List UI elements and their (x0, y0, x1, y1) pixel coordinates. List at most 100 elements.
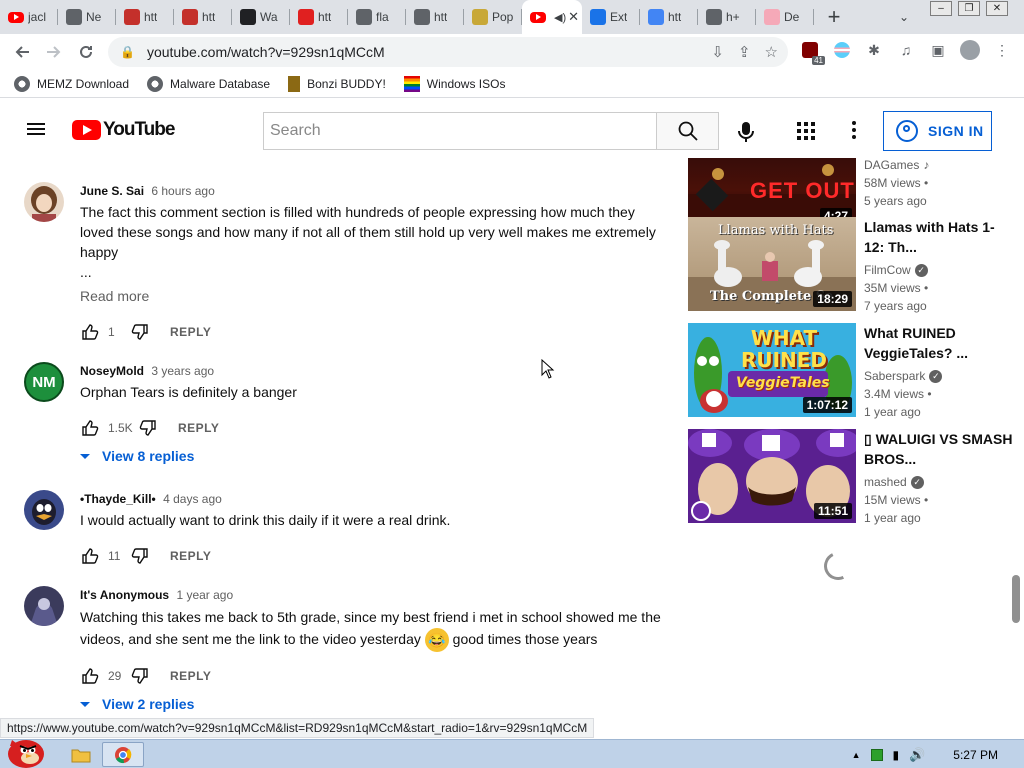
channel-name[interactable]: mashed ✓ (864, 473, 1014, 491)
close-tab-icon[interactable]: ✕ (568, 9, 579, 25)
browser-tab[interactable]: Wa (232, 0, 290, 34)
menu-hamburger-icon[interactable] (27, 123, 45, 135)
forward-button[interactable] (38, 36, 70, 68)
minimize-button[interactable]: – (930, 1, 952, 16)
dislike-button[interactable] (138, 418, 158, 438)
bookmark-item[interactable]: Bonzi BUDDY! (288, 75, 386, 92)
like-button[interactable] (80, 322, 100, 342)
comment-time[interactable]: 4 days ago (163, 492, 222, 506)
like-button[interactable] (80, 418, 100, 438)
channel-name[interactable]: DAGames ♪ (864, 158, 1014, 174)
tray-expand-icon[interactable]: ▲ (852, 750, 861, 760)
bookmark-item[interactable]: Malware Database (147, 75, 270, 92)
extensions-puzzle-icon[interactable]: ✱ (864, 40, 884, 60)
new-tab-button[interactable]: + (818, 0, 850, 34)
browser-menu-icon[interactable]: ⋮ (992, 40, 1012, 60)
browser-tab[interactable]: htt (406, 0, 464, 34)
browser-tab[interactable]: htt (640, 0, 698, 34)
browser-tab[interactable]: htt (116, 0, 174, 34)
avatar[interactable] (24, 586, 64, 626)
sign-in-button[interactable]: SIGN IN (883, 111, 992, 151)
comment-author[interactable]: •Thayde_Kill• (80, 492, 156, 506)
puzzle-icon (590, 9, 606, 25)
clock[interactable]: 5:27 PM (953, 748, 998, 762)
page-scrollbar[interactable] (1012, 575, 1020, 623)
channel-name[interactable]: FilmCow ✓ (864, 261, 1014, 279)
browser-tab[interactable]: De (756, 0, 814, 34)
back-button[interactable] (6, 36, 38, 68)
side-panel-icon[interactable]: ▣ (928, 40, 948, 60)
channel-name[interactable]: Saberspark ✓ (864, 367, 1014, 385)
voice-search-mic-icon[interactable] (736, 121, 756, 143)
browser-tab[interactable]: h+ (698, 0, 756, 34)
youtube-logo[interactable]: YouTube (72, 119, 175, 141)
search-button[interactable] (656, 112, 719, 150)
search-input[interactable]: Search (263, 112, 656, 150)
video-thumbnail[interactable]: 11:51 (688, 429, 856, 523)
avatar[interactable]: NM (24, 362, 64, 402)
trans-flag-extension-icon[interactable] (832, 40, 852, 60)
maximize-button[interactable]: ❐ (958, 1, 980, 16)
reply-button[interactable]: REPLY (170, 325, 211, 339)
video-title[interactable]: Llamas with Hats 1-12: Th... (864, 217, 1014, 257)
media-control-icon[interactable]: ♫ (896, 40, 916, 60)
address-bar[interactable]: 🔒 youtube.com/watch?v=929sn1qMCcM ⇩ ⇪ ☆ (108, 37, 788, 67)
comment-time[interactable]: 3 years ago (151, 364, 214, 378)
like-button[interactable] (80, 666, 100, 686)
view-replies-button[interactable]: View 8 replies (80, 448, 670, 464)
view-replies-button[interactable]: View 2 replies (80, 696, 670, 712)
share-icon[interactable]: ⇪ (738, 43, 751, 61)
start-button-angry-bird-icon[interactable] (2, 730, 48, 768)
browser-tab[interactable]: Ext (582, 0, 640, 34)
dislike-button[interactable] (130, 666, 150, 686)
browser-tab[interactable]: htt (290, 0, 348, 34)
tab-search-button[interactable]: ⌄ (893, 7, 915, 27)
recommended-video[interactable]: Llamas with Hats The Complete Se 18:29 L… (688, 217, 1018, 313)
comment-author[interactable]: It's Anonymous (80, 588, 169, 602)
browser-tab[interactable]: htt (174, 0, 232, 34)
install-icon[interactable]: ⇩ (711, 43, 724, 61)
bookmark-item[interactable]: Windows ISOs (403, 75, 505, 92)
video-title[interactable]: What RUINED VeggieTales? ... (864, 323, 1014, 363)
browser-tab[interactable]: Ne (58, 0, 116, 34)
taskbar-chrome[interactable] (102, 742, 144, 767)
browser-tab[interactable]: Pop (464, 0, 522, 34)
comment-author[interactable]: NoseyMold (80, 364, 144, 378)
reply-button[interactable]: REPLY (170, 549, 211, 563)
reply-button[interactable]: REPLY (170, 669, 211, 683)
battery-icon[interactable] (870, 748, 883, 761)
bookmark-star-icon[interactable]: ☆ (765, 43, 778, 61)
comment-author[interactable]: June S. Sai (80, 184, 144, 198)
settings-more-icon[interactable] (852, 121, 856, 139)
video-thumbnail[interactable]: WHAT RUINED VeggieTales 1:07:12 (688, 323, 856, 417)
recommended-video[interactable]: 11:51 ▯ WALUIGI VS SMASH BROS... mashed … (688, 429, 1018, 525)
dislike-button[interactable] (130, 546, 150, 566)
reload-button[interactable] (70, 36, 102, 68)
video-thumbnail[interactable]: Llamas with Hats The Complete Se 18:29 (688, 217, 856, 311)
comment-time[interactable]: 1 year ago (176, 588, 233, 602)
video-title[interactable]: ▯ WALUIGI VS SMASH BROS... (864, 429, 1014, 469)
browser-tab[interactable]: fla (348, 0, 406, 34)
comment-time[interactable]: 6 hours ago (151, 184, 214, 198)
ublock-extension-icon[interactable]: 41 (800, 40, 825, 65)
browser-tab[interactable]: B◀)✕ (522, 0, 582, 34)
dislike-button[interactable] (130, 322, 150, 342)
channel-name-text: Saberspark (864, 369, 926, 383)
read-more-link[interactable]: Read more (80, 288, 670, 304)
taskbar-explorer[interactable] (60, 742, 102, 767)
recommended-video[interactable]: WHAT RUINED VeggieTales 1:07:12 What RUI… (688, 323, 1018, 419)
like-button[interactable] (80, 546, 100, 566)
avatar[interactable] (24, 182, 64, 222)
profile-avatar-icon[interactable] (960, 40, 980, 60)
reply-button[interactable]: REPLY (178, 421, 219, 435)
tab-title: De (784, 10, 800, 24)
close-window-button[interactable]: ✕ (986, 1, 1008, 16)
browser-tab[interactable]: jacl (0, 0, 58, 34)
volume-icon[interactable]: 🔊 (909, 747, 925, 763)
network-icon[interactable]: ▮ (893, 748, 900, 762)
apps-grid-icon[interactable] (797, 122, 815, 140)
tab-title: fla (376, 10, 389, 24)
bookmark-item[interactable]: MEMZ Download (14, 75, 129, 92)
speaker-icon[interactable]: ◀) (554, 11, 566, 24)
avatar[interactable] (24, 490, 64, 530)
